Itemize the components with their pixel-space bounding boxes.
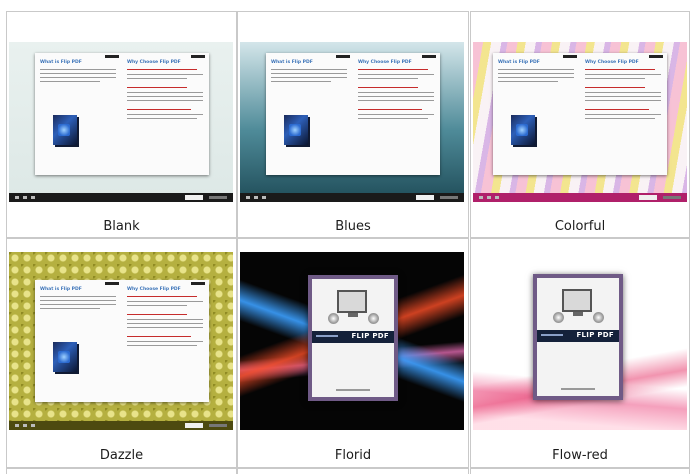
- product-box-icon: [53, 115, 77, 145]
- right-page: Why Choose Flip PDF: [122, 280, 209, 402]
- book-preview: What is Flip PDF Why Choose Flip PDF: [35, 53, 209, 175]
- theme-label: Colorful: [554, 219, 606, 234]
- cover-preview: FLIP PDF: [533, 274, 623, 400]
- book-preview: What is Flip PDF Why Choose Flip PDF: [35, 280, 209, 402]
- theme-label: Florid: [334, 448, 372, 463]
- viewer-toolbar: [473, 193, 687, 202]
- right-page: Why Choose Flip PDF: [122, 53, 209, 175]
- viewer-toolbar: [240, 193, 464, 202]
- book-preview: What is Flip PDF Why Choose Flip PDF: [266, 53, 440, 175]
- theme-tile-dazzle[interactable]: What is Flip PDF Why Choose Flip PDF Daz…: [6, 238, 237, 468]
- theme-label: Blues: [335, 219, 371, 234]
- page-title: What is Flip PDF: [40, 287, 82, 292]
- left-page: What is Flip PDF: [493, 53, 581, 175]
- theme-thumbnail: FLIP PDF: [473, 252, 687, 430]
- theme-label: Flow-red: [552, 448, 608, 463]
- page-title: Why Choose Flip PDF: [585, 60, 639, 65]
- cover-preview: FLIP PDF: [308, 275, 398, 401]
- theme-thumbnail: What is Flip PDF Why Choose Flip PDF: [9, 42, 233, 202]
- theme-thumbnail: What is Flip PDF Why Choose Flip PDF: [240, 42, 464, 202]
- book-preview: What is Flip PDF Why Choose Flip PDF: [493, 53, 667, 175]
- cover-brand: FLIP PDF: [351, 332, 389, 340]
- right-page: Why Choose Flip PDF: [353, 53, 440, 175]
- page-title: What is Flip PDF: [40, 60, 82, 65]
- page-title: Why Choose Flip PDF: [127, 287, 181, 292]
- page-title: Why Choose Flip PDF: [358, 60, 412, 65]
- product-box-icon: [53, 342, 77, 372]
- disc-icon: [368, 313, 379, 324]
- theme-tile-partial[interactable]: [6, 468, 237, 474]
- theme-thumbnail: What is Flip PDF Why Choose Flip PDF: [9, 252, 233, 430]
- monitor-icon: [562, 289, 592, 316]
- theme-thumbnail: What is Flip PDF Why Choose Flip PDF: [473, 42, 687, 202]
- disc-icon: [328, 313, 339, 324]
- theme-tile-partial[interactable]: [470, 468, 690, 474]
- theme-thumbnail: FLIP PDF: [240, 252, 464, 430]
- page-title: Why Choose Flip PDF: [127, 60, 181, 65]
- theme-gallery: What is Flip PDF Why Choose Flip PDF Bla…: [0, 0, 690, 474]
- theme-tile-florid[interactable]: FLIP PDF Florid: [237, 238, 469, 468]
- page-title: What is Flip PDF: [271, 60, 313, 65]
- product-box-icon: [511, 115, 535, 145]
- left-page: What is Flip PDF: [266, 53, 354, 175]
- theme-tile-colorful[interactable]: What is Flip PDF Why Choose Flip PDF Col…: [470, 11, 690, 238]
- right-page: Why Choose Flip PDF: [580, 53, 667, 175]
- monitor-icon: [337, 290, 367, 317]
- viewer-toolbar: [9, 421, 233, 430]
- page-title: What is Flip PDF: [498, 60, 540, 65]
- theme-tile-blank[interactable]: What is Flip PDF Why Choose Flip PDF Bla…: [6, 11, 237, 238]
- theme-tile-blues[interactable]: What is Flip PDF Why Choose Flip PDF Blu…: [237, 11, 469, 238]
- disc-icon: [593, 312, 604, 323]
- left-page: What is Flip PDF: [35, 53, 123, 175]
- theme-tile-flow-red[interactable]: FLIP PDF Flow-red: [470, 238, 690, 468]
- left-page: What is Flip PDF: [35, 280, 123, 402]
- theme-tile-partial[interactable]: [237, 468, 469, 474]
- disc-icon: [553, 312, 564, 323]
- cover-brand: FLIP PDF: [576, 331, 614, 339]
- product-box-icon: [284, 115, 308, 145]
- theme-label: Dazzle: [99, 448, 144, 463]
- viewer-toolbar: [9, 193, 233, 202]
- theme-label: Blank: [103, 219, 140, 234]
